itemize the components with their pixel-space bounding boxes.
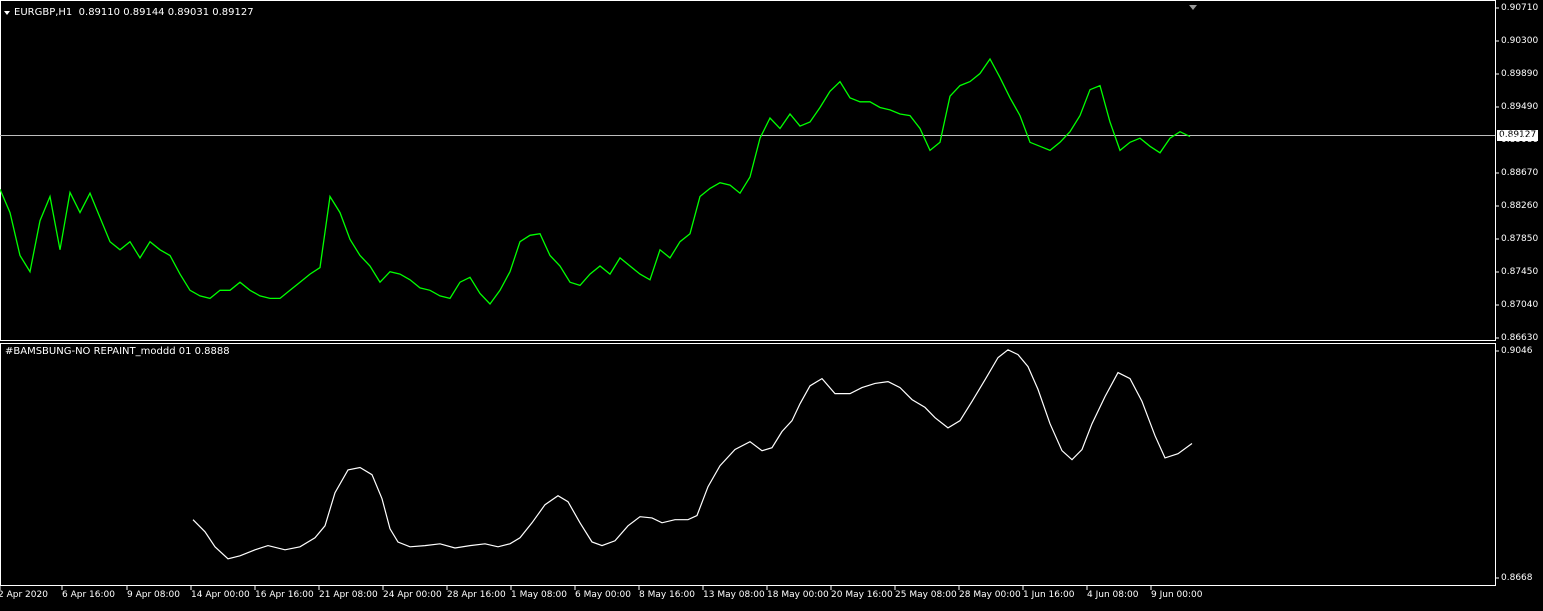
indicator-y-tick-label: 0.8668 bbox=[1501, 573, 1533, 583]
x-tick-label: 13 May 08:00 bbox=[703, 590, 765, 600]
symbol-timeframe: EURGBP,H1 bbox=[14, 7, 73, 18]
x-tick-label: 20 May 16:00 bbox=[831, 590, 893, 600]
symbol-label: EURGBP,H1 0.89110 0.89144 0.89031 0.8912… bbox=[14, 7, 254, 19]
x-tick-label: 2 Apr 2020 bbox=[0, 590, 48, 600]
y-tick-label: 0.87450 bbox=[1501, 267, 1539, 277]
y-tick-label: 0.89490 bbox=[1501, 102, 1539, 112]
trading-chart-canvas[interactable] bbox=[0, 0, 1543, 611]
y-tick-label: 0.87850 bbox=[1501, 234, 1539, 244]
x-tick-label: 4 Jun 08:00 bbox=[1087, 590, 1139, 600]
y-tick-label: 0.88260 bbox=[1501, 201, 1539, 211]
x-tick-label: 9 Apr 08:00 bbox=[127, 590, 180, 600]
x-tick-label: 25 May 08:00 bbox=[895, 590, 957, 600]
y-tick-label: 0.86630 bbox=[1501, 333, 1539, 343]
y-tick-label: 0.90300 bbox=[1501, 36, 1539, 46]
x-tick-label: 28 Apr 16:00 bbox=[447, 590, 506, 600]
x-tick-label: 9 Jun 00:00 bbox=[1151, 590, 1203, 600]
y-tick-label: 0.90710 bbox=[1501, 3, 1539, 13]
y-tick-label: 0.88670 bbox=[1501, 168, 1539, 178]
y-tick-label: 0.89080 bbox=[1501, 135, 1539, 145]
x-tick-label: 28 May 00:00 bbox=[959, 590, 1021, 600]
x-tick-label: 14 Apr 00:00 bbox=[191, 590, 250, 600]
x-tick-label: 1 May 08:00 bbox=[511, 590, 567, 600]
x-tick-label: 1 Jun 16:00 bbox=[1023, 590, 1075, 600]
y-tick-label: 0.89890 bbox=[1501, 69, 1539, 79]
y-tick-label: 0.87040 bbox=[1501, 300, 1539, 310]
x-tick-label: 6 Apr 16:00 bbox=[62, 590, 115, 600]
x-tick-label: 24 Apr 00:00 bbox=[383, 590, 442, 600]
x-tick-label: 16 Apr 16:00 bbox=[255, 590, 314, 600]
indicator-title: #BAMSBUNG-NO REPAINT_moddd 01 0.8888 bbox=[5, 346, 230, 357]
x-tick-label: 8 May 16:00 bbox=[639, 590, 695, 600]
indicator-y-tick-label: 0.9046 bbox=[1501, 346, 1533, 356]
x-tick-label: 18 May 00:00 bbox=[767, 590, 829, 600]
x-tick-label: 6 May 00:00 bbox=[575, 590, 631, 600]
x-tick-label: 21 Apr 08:00 bbox=[319, 590, 378, 600]
ohlc-values: 0.89110 0.89144 0.89031 0.89127 bbox=[78, 7, 254, 18]
